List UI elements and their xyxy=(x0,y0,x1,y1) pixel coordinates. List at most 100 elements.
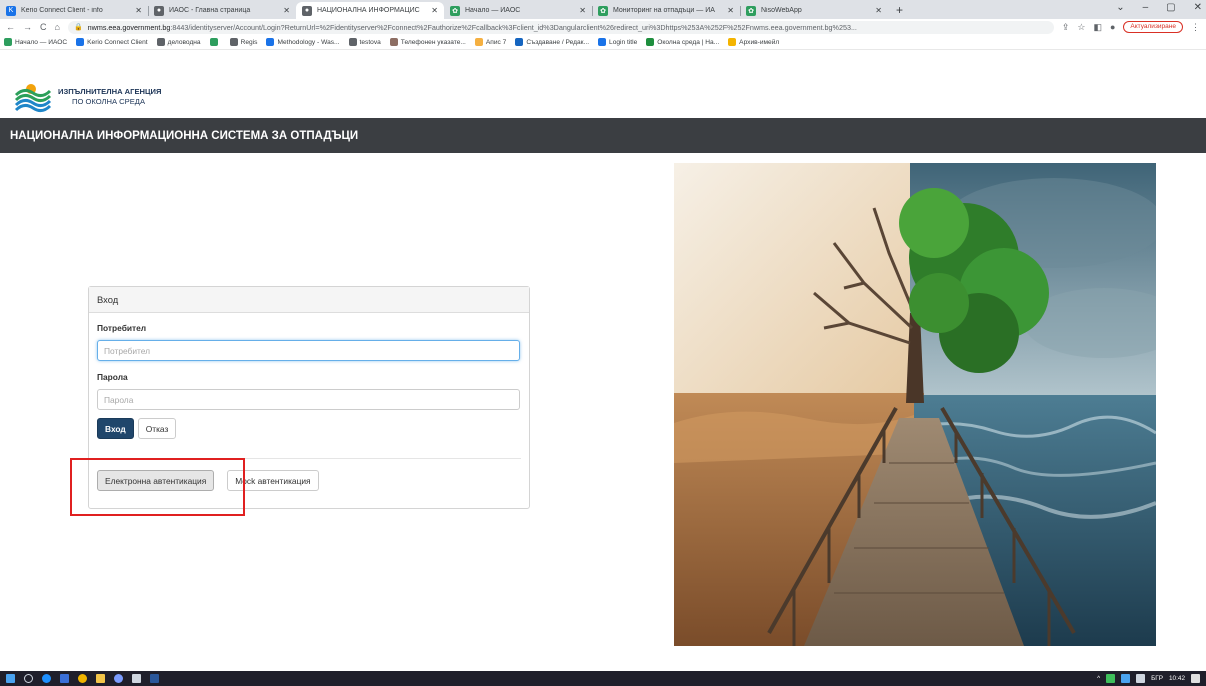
tab-title: Мониторинг на отпадъци — ИА xyxy=(613,7,715,14)
bookmark-favicon-icon xyxy=(646,38,655,46)
side-panel-icon[interactable]: ◧ xyxy=(1093,22,1102,33)
browser-tab[interactable]: ✿ Начало — ИАОС ✕ xyxy=(444,2,592,19)
tab-close-icon[interactable]: ✕ xyxy=(727,6,734,15)
url-path: :8443/identityserver/Account/Login?Retur… xyxy=(170,22,857,32)
bookmark-star-icon[interactable]: ☆ xyxy=(1077,22,1085,33)
site-header: НАЦИОНАЛНА ИНФОРМАЦИОННА СИСТЕМА ЗА ОТПА… xyxy=(0,118,1206,153)
tray-language[interactable]: БГР xyxy=(1151,675,1163,682)
bookmark-item[interactable]: Regis xyxy=(229,38,257,46)
bookmark-item[interactable]: Kerio Connect Client xyxy=(76,38,148,46)
maximize-icon[interactable]: ▢ xyxy=(1166,2,1175,13)
username-input[interactable] xyxy=(97,340,520,361)
bookmark-favicon-icon xyxy=(156,38,165,46)
tray-clock[interactable]: 10:42 xyxy=(1169,675,1185,682)
system-tray: ^ БГР 10:42 xyxy=(1097,674,1200,683)
tab-close-icon[interactable]: ✕ xyxy=(875,6,882,15)
word-icon[interactable] xyxy=(150,674,159,683)
tab-close-icon[interactable]: ✕ xyxy=(283,6,290,15)
tray-expand-icon[interactable]: ^ xyxy=(1097,675,1100,682)
tray-volume-icon[interactable] xyxy=(1136,674,1146,683)
login-form: Потребител Парола Вход Отказ Електронна … xyxy=(89,313,529,497)
url-host: nwms.eea.government.bg xyxy=(87,22,171,32)
app-icon[interactable] xyxy=(114,674,123,683)
alt-auth-actions: Електронна автентикация Mock автентикаци… xyxy=(97,470,521,491)
password-input[interactable] xyxy=(97,389,520,410)
browser-tab[interactable]: K Kerio Connect Client - info ✕ xyxy=(0,2,148,19)
browser-tab[interactable]: ✿ NisoWebApp ✕ xyxy=(740,2,888,19)
search-icon[interactable] xyxy=(24,674,33,683)
bookmark-item[interactable]: Телефонен указате... xyxy=(389,38,466,46)
tab-close-icon[interactable]: ✕ xyxy=(579,6,586,15)
bookmark-label: Methodology - Was... xyxy=(277,38,340,46)
tab-favicon-icon: ✿ xyxy=(598,5,608,16)
reload-icon[interactable]: C xyxy=(40,22,47,32)
mock-auth-button[interactable]: Mock автентикация xyxy=(227,470,319,491)
bookmark-item[interactable]: Околна среда | На... xyxy=(646,38,719,46)
tab-close-icon[interactable]: ✕ xyxy=(135,6,142,15)
minimize-icon[interactable]: – xyxy=(1143,2,1149,13)
browser-tab[interactable]: ● НАЦИОНАЛНА ИНФОРМАЦИС ✕ xyxy=(296,2,444,19)
tray-app-icon[interactable] xyxy=(1106,674,1116,683)
bookmark-favicon-icon xyxy=(389,38,398,46)
app2-icon[interactable] xyxy=(132,674,141,683)
file-explorer-icon[interactable] xyxy=(96,674,105,683)
bookmark-favicon-icon xyxy=(348,38,357,46)
bookmark-item[interactable]: Архив-имейл xyxy=(728,38,779,46)
bookmark-favicon-icon xyxy=(598,38,607,46)
edge-icon[interactable] xyxy=(42,674,51,683)
tab-close-icon[interactable]: ✕ xyxy=(431,6,438,15)
tab-search-icon[interactable]: ⌄ xyxy=(1116,2,1124,13)
tab-favicon-icon: ● xyxy=(302,5,312,16)
web-page: ИЗПЪЛНИТЕЛНА АГЕНЦИЯ ПО ОКОЛНА СРЕДА НАЦ… xyxy=(0,51,1206,671)
start-icon[interactable] xyxy=(6,674,15,683)
browser-tab[interactable]: ✿ Мониторинг на отпадъци — ИА ✕ xyxy=(592,2,740,19)
back-icon[interactable]: ← xyxy=(6,22,15,32)
profile-icon[interactable]: ● xyxy=(1110,22,1115,32)
close-window-icon[interactable]: ✕ xyxy=(1194,2,1202,13)
cancel-button[interactable]: Отказ xyxy=(137,418,177,439)
new-tab-icon[interactable]: + xyxy=(888,2,911,19)
bookmark-favicon-icon xyxy=(515,38,524,46)
lock-icon[interactable]: 🔒 xyxy=(74,23,83,31)
bookmark-label: Апис 7 xyxy=(485,38,507,46)
ie-icon[interactable] xyxy=(60,674,69,683)
forward-icon[interactable]: → xyxy=(23,22,32,32)
username-label: Потребител xyxy=(97,323,147,333)
bookmark-item[interactable]: testova xyxy=(348,38,381,46)
agency-brand[interactable]: ИЗПЪЛНИТЕЛНА АГЕНЦИЯ ПО ОКОЛНА СРЕДА xyxy=(14,79,161,115)
bookmark-item[interactable]: Methodology - Was... xyxy=(266,38,340,46)
bookmark-item[interactable]: Създаване / Редак... xyxy=(515,38,589,46)
address-bar: ← → C ⌂ 🔒 nwms.eea.government.bg :8443/i… xyxy=(0,19,1206,35)
tab-title: НАЦИОНАЛНА ИНФОРМАЦИС xyxy=(317,7,420,14)
bookmark-item[interactable]: Login title xyxy=(598,38,637,46)
browser-tab-strip: K Kerio Connect Client - info ✕ ● ИАОС - Гла… xyxy=(0,0,1206,19)
update-button[interactable]: Актуализиране xyxy=(1123,21,1183,33)
notifications-icon[interactable] xyxy=(1191,674,1200,683)
bookmark-item[interactable]: Начало — ИАОС xyxy=(4,38,67,46)
tab-title: Kerio Connect Client - info xyxy=(21,7,103,14)
agency-name: ИЗПЪЛНИТЕЛНА АГЕНЦИЯ ПО ОКОЛНА СРЕДА xyxy=(58,87,161,107)
url-field[interactable]: 🔒 nwms.eea.government.bg :8443/identitys… xyxy=(67,20,1054,34)
hero-illustration xyxy=(674,163,1156,646)
e-auth-button[interactable]: Електронна автентикация xyxy=(97,470,215,491)
bookmark-favicon-icon xyxy=(76,38,85,46)
password-label: Парола xyxy=(97,372,128,382)
login-button[interactable]: Вход xyxy=(97,418,134,439)
tab-favicon-icon: ● xyxy=(154,5,164,16)
bookmark-label: Начало — ИАОС xyxy=(15,38,68,46)
bookmark-item[interactable] xyxy=(209,38,221,46)
bookmarks-bar: Начало — ИАОС Kerio Connect Client деловод… xyxy=(0,35,1206,50)
agency-name-line2: ПО ОКОЛНА СРЕДА xyxy=(72,97,146,106)
site-title[interactable]: НАЦИОНАЛНА ИНФОРМАЦИОННА СИСТЕМА ЗА ОТПА… xyxy=(10,130,358,142)
login-panel: Вход Потребител Парола Вход Отказ Електр… xyxy=(88,286,530,509)
tray-network-icon[interactable] xyxy=(1121,674,1131,683)
bookmark-item[interactable]: Апис 7 xyxy=(474,38,507,46)
browser-tab[interactable]: ● ИАОС - Главна страница ✕ xyxy=(148,2,296,19)
bookmark-item[interactable]: деловодна xyxy=(156,38,201,46)
home-icon[interactable]: ⌂ xyxy=(55,22,60,32)
menu-kebab-icon[interactable]: ⋮ xyxy=(1191,22,1200,33)
chrome-icon[interactable] xyxy=(78,674,87,683)
share-icon[interactable]: ⇪ xyxy=(1062,22,1070,33)
agency-logo-icon xyxy=(14,80,52,114)
screen: K Kerio Connect Client - info ✕ ● ИАОС - Гла… xyxy=(0,0,1206,686)
